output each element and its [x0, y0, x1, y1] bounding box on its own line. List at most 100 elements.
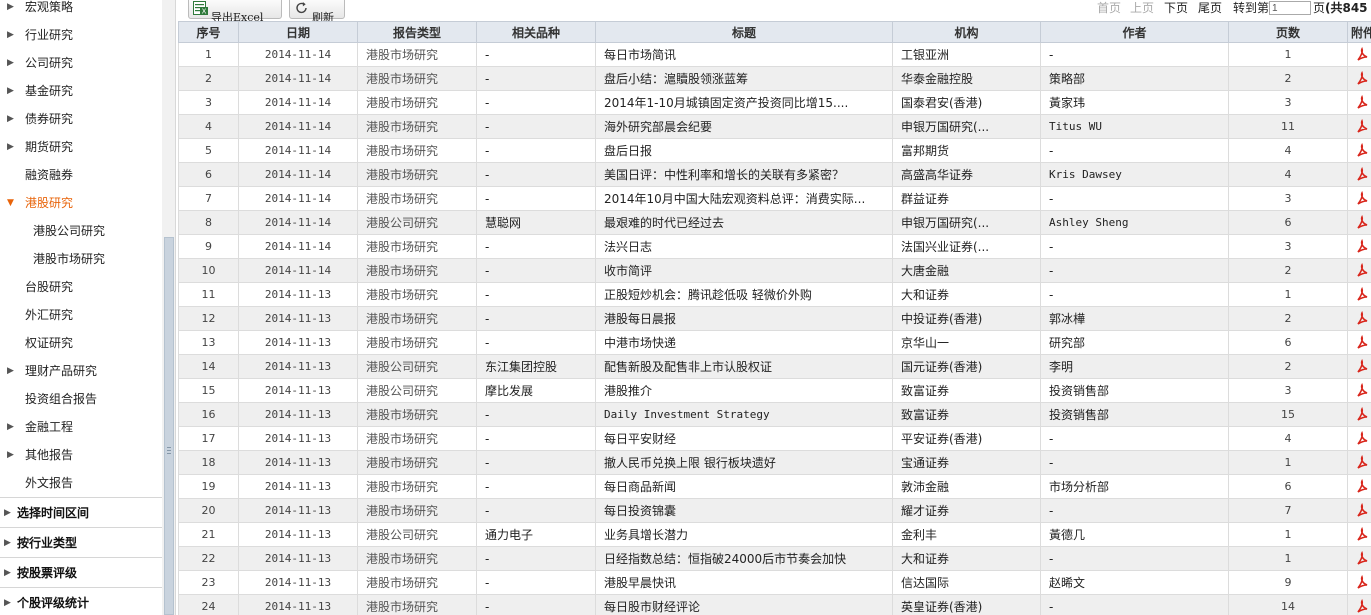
row-attachment[interactable]	[1347, 330, 1371, 355]
row-title[interactable]: 最艰难的时代已经过去	[595, 210, 893, 235]
chevron-right-icon[interactable]: ▶	[7, 133, 14, 161]
row-attachment[interactable]	[1347, 306, 1371, 331]
row-attachment[interactable]	[1347, 402, 1371, 427]
pdf-icon[interactable]	[1355, 238, 1371, 255]
table-row[interactable]: 15 2014-11-13 港股公司研究 摩比发展 港股推介 致富证券 投资销售部 3	[178, 378, 1371, 403]
pdf-icon[interactable]	[1355, 286, 1371, 303]
pdf-icon[interactable]	[1355, 214, 1371, 231]
pdf-icon[interactable]	[1355, 406, 1371, 423]
pdf-icon[interactable]	[1355, 598, 1371, 615]
pdf-icon[interactable]	[1355, 574, 1371, 591]
pdf-icon[interactable]	[1355, 550, 1371, 567]
row-title[interactable]: 海外研究部晨会纪要	[595, 114, 893, 139]
row-title[interactable]: 港股早晨快讯	[595, 570, 893, 595]
row-title[interactable]: 收市简评	[595, 258, 893, 283]
table-row[interactable]: 23 2014-11-13 港股市场研究 - 港股早晨快讯 信达国际 赵晞文 9	[178, 570, 1371, 595]
row-attachment[interactable]	[1347, 162, 1371, 187]
column-header-0[interactable]: 序号	[178, 21, 239, 43]
row-attachment[interactable]	[1347, 522, 1371, 547]
row-title[interactable]: Daily Investment Strategy	[595, 402, 893, 427]
pdf-icon[interactable]	[1355, 478, 1371, 495]
row-title[interactable]: 每日商品新闻	[595, 474, 893, 499]
table-row[interactable]: 1 2014-11-14 港股市场研究 - 每日市场简讯 工银亚洲 -1	[178, 42, 1371, 67]
pdf-icon[interactable]	[1355, 334, 1371, 351]
column-header-1[interactable]: 日期	[238, 21, 358, 43]
chevron-right-icon[interactable]: ▶	[7, 77, 14, 105]
table-row[interactable]: 9 2014-11-14 港股市场研究 - 法兴日志 法国兴业证券(... -3	[178, 234, 1371, 259]
row-attachment[interactable]	[1347, 474, 1371, 499]
table-row[interactable]: 12 2014-11-13 港股市场研究 - 港股每日晨报 中投证券(香港) 郭冰樺 2	[178, 306, 1371, 331]
table-row[interactable]: 13 2014-11-13 港股市场研究 - 中港市场快递 京华山一 研究部 6	[178, 330, 1371, 355]
column-header-7[interactable]: 页数	[1228, 21, 1348, 43]
pdf-icon[interactable]	[1355, 166, 1371, 183]
row-title[interactable]: 中港市场快递	[595, 330, 893, 355]
column-header-3[interactable]: 相关品种	[476, 21, 596, 43]
row-attachment[interactable]	[1347, 594, 1371, 615]
table-row[interactable]: 11 2014-11-13 港股市场研究 - 正股短炒机会：腾讯趁低吸 轻微价外购 大和证…	[178, 282, 1371, 307]
prev-page-link[interactable]: 上页	[1130, 0, 1154, 16]
pdf-icon[interactable]	[1355, 526, 1371, 543]
next-page-link[interactable]: 下页	[1164, 0, 1188, 16]
row-attachment[interactable]	[1347, 234, 1371, 259]
column-header-8[interactable]: 附件	[1347, 21, 1371, 43]
filter-section-2[interactable]: ▶ 按股票评级	[0, 557, 162, 587]
pdf-icon[interactable]	[1355, 190, 1371, 207]
column-header-4[interactable]: 标题	[595, 21, 893, 43]
sidebar-item-17[interactable]: 外文报告	[0, 469, 162, 497]
row-title[interactable]: 盘后小结：滬贖股领涨蓝筹	[595, 66, 893, 91]
row-title[interactable]: 日经指数总结：恒指破24000后市节奏会加快	[595, 546, 893, 571]
table-row[interactable]: 10 2014-11-14 港股市场研究 - 收市简评 大唐金融 -2	[178, 258, 1371, 283]
row-title[interactable]: 港股推介	[595, 378, 893, 403]
sidebar-item-15[interactable]: ▶ 金融工程	[0, 413, 162, 441]
chevron-right-icon[interactable]: ▶	[7, 441, 14, 469]
pdf-icon[interactable]	[1355, 94, 1371, 111]
table-row[interactable]: 3 2014-11-14 港股市场研究 -2014年1-10月城镇固定资产投资同比增1…	[178, 90, 1371, 115]
column-header-6[interactable]: 作者	[1040, 21, 1229, 43]
row-attachment[interactable]	[1347, 498, 1371, 523]
sidebar-item-13[interactable]: ▶ 理财产品研究	[0, 357, 162, 385]
row-attachment[interactable]	[1347, 258, 1371, 283]
table-row[interactable]: 24 2014-11-13 港股市场研究 - 每日股市财经评论 英皇证券(香港) -14	[178, 594, 1371, 615]
row-title[interactable]: 盘后日报	[595, 138, 893, 163]
row-attachment[interactable]	[1347, 450, 1371, 475]
sidebar-item-8[interactable]: 港股公司研究	[0, 217, 162, 245]
pdf-icon[interactable]	[1355, 70, 1371, 87]
row-attachment[interactable]	[1347, 138, 1371, 163]
table-row[interactable]: 21 2014-11-13 港股公司研究 通力电子 业务具增长潜力 金利丰 黃德几 1	[178, 522, 1371, 547]
sidebar-item-16[interactable]: ▶ 其他报告	[0, 441, 162, 469]
last-page-link[interactable]: 尾页	[1198, 0, 1222, 16]
column-header-5[interactable]: 机构	[892, 21, 1041, 43]
pdf-icon[interactable]	[1355, 310, 1371, 327]
table-row[interactable]: 22 2014-11-13 港股市场研究 - 日经指数总结：恒指破24000后市节奏会加…	[178, 546, 1371, 571]
report-table-container[interactable]: 序号日期报告类型相关品种标题机构作者页数附件 12014-11-14港股市场研究…	[178, 21, 1371, 615]
pdf-icon[interactable]	[1355, 454, 1371, 471]
chevron-right-icon[interactable]: ▶	[7, 413, 14, 441]
sidebar-item-14[interactable]: 投资组合报告	[0, 385, 162, 413]
export-excel-button[interactable]: X 导出Excel	[188, 0, 282, 24]
table-row[interactable]: 7 2014-11-14 港股市场研究 -2014年10月中国大陆宏观资料总评：消费实…	[178, 186, 1371, 211]
row-attachment[interactable]	[1347, 378, 1371, 403]
pdf-icon[interactable]	[1355, 430, 1371, 447]
filter-section-0[interactable]: ▶ 选择时间区间	[0, 497, 162, 527]
chevron-right-icon[interactable]: ▶	[7, 357, 14, 385]
row-title[interactable]: 港股每日晨报	[595, 306, 893, 331]
first-page-link[interactable]: 首页	[1097, 0, 1121, 16]
chevron-right-icon[interactable]: ▶	[7, 21, 14, 49]
row-title[interactable]: 2014年10月中国大陆宏观资料总评：消费实际...	[595, 186, 893, 211]
sidebar-item-3[interactable]: ▶ 基金研究	[0, 77, 162, 105]
row-attachment[interactable]	[1347, 426, 1371, 451]
table-row[interactable]: 8 2014-11-14 港股公司研究 慧聪网 最艰难的时代已经过去 申银万国研究(...…	[178, 210, 1371, 235]
row-title[interactable]: 撤人民币兑换上限 银行板块遗好	[595, 450, 893, 475]
table-row[interactable]: 20 2014-11-13 港股市场研究 - 每日投资锦囊 耀才证券 -7	[178, 498, 1371, 523]
row-title[interactable]: 业务具增长潜力	[595, 522, 893, 547]
sidebar-item-12[interactable]: 权证研究	[0, 329, 162, 357]
table-row[interactable]: 14 2014-11-13 港股公司研究 东江集团控股 配售新股及配售非上市认股权证 国元…	[178, 354, 1371, 379]
row-attachment[interactable]	[1347, 186, 1371, 211]
column-header-2[interactable]: 报告类型	[357, 21, 477, 43]
row-attachment[interactable]	[1347, 546, 1371, 571]
sidebar-item-0[interactable]: ▶ 宏观策略	[0, 0, 162, 21]
row-attachment[interactable]	[1347, 210, 1371, 235]
row-attachment[interactable]	[1347, 570, 1371, 595]
pdf-icon[interactable]	[1355, 46, 1371, 63]
sidebar-item-10[interactable]: 台股研究	[0, 273, 162, 301]
